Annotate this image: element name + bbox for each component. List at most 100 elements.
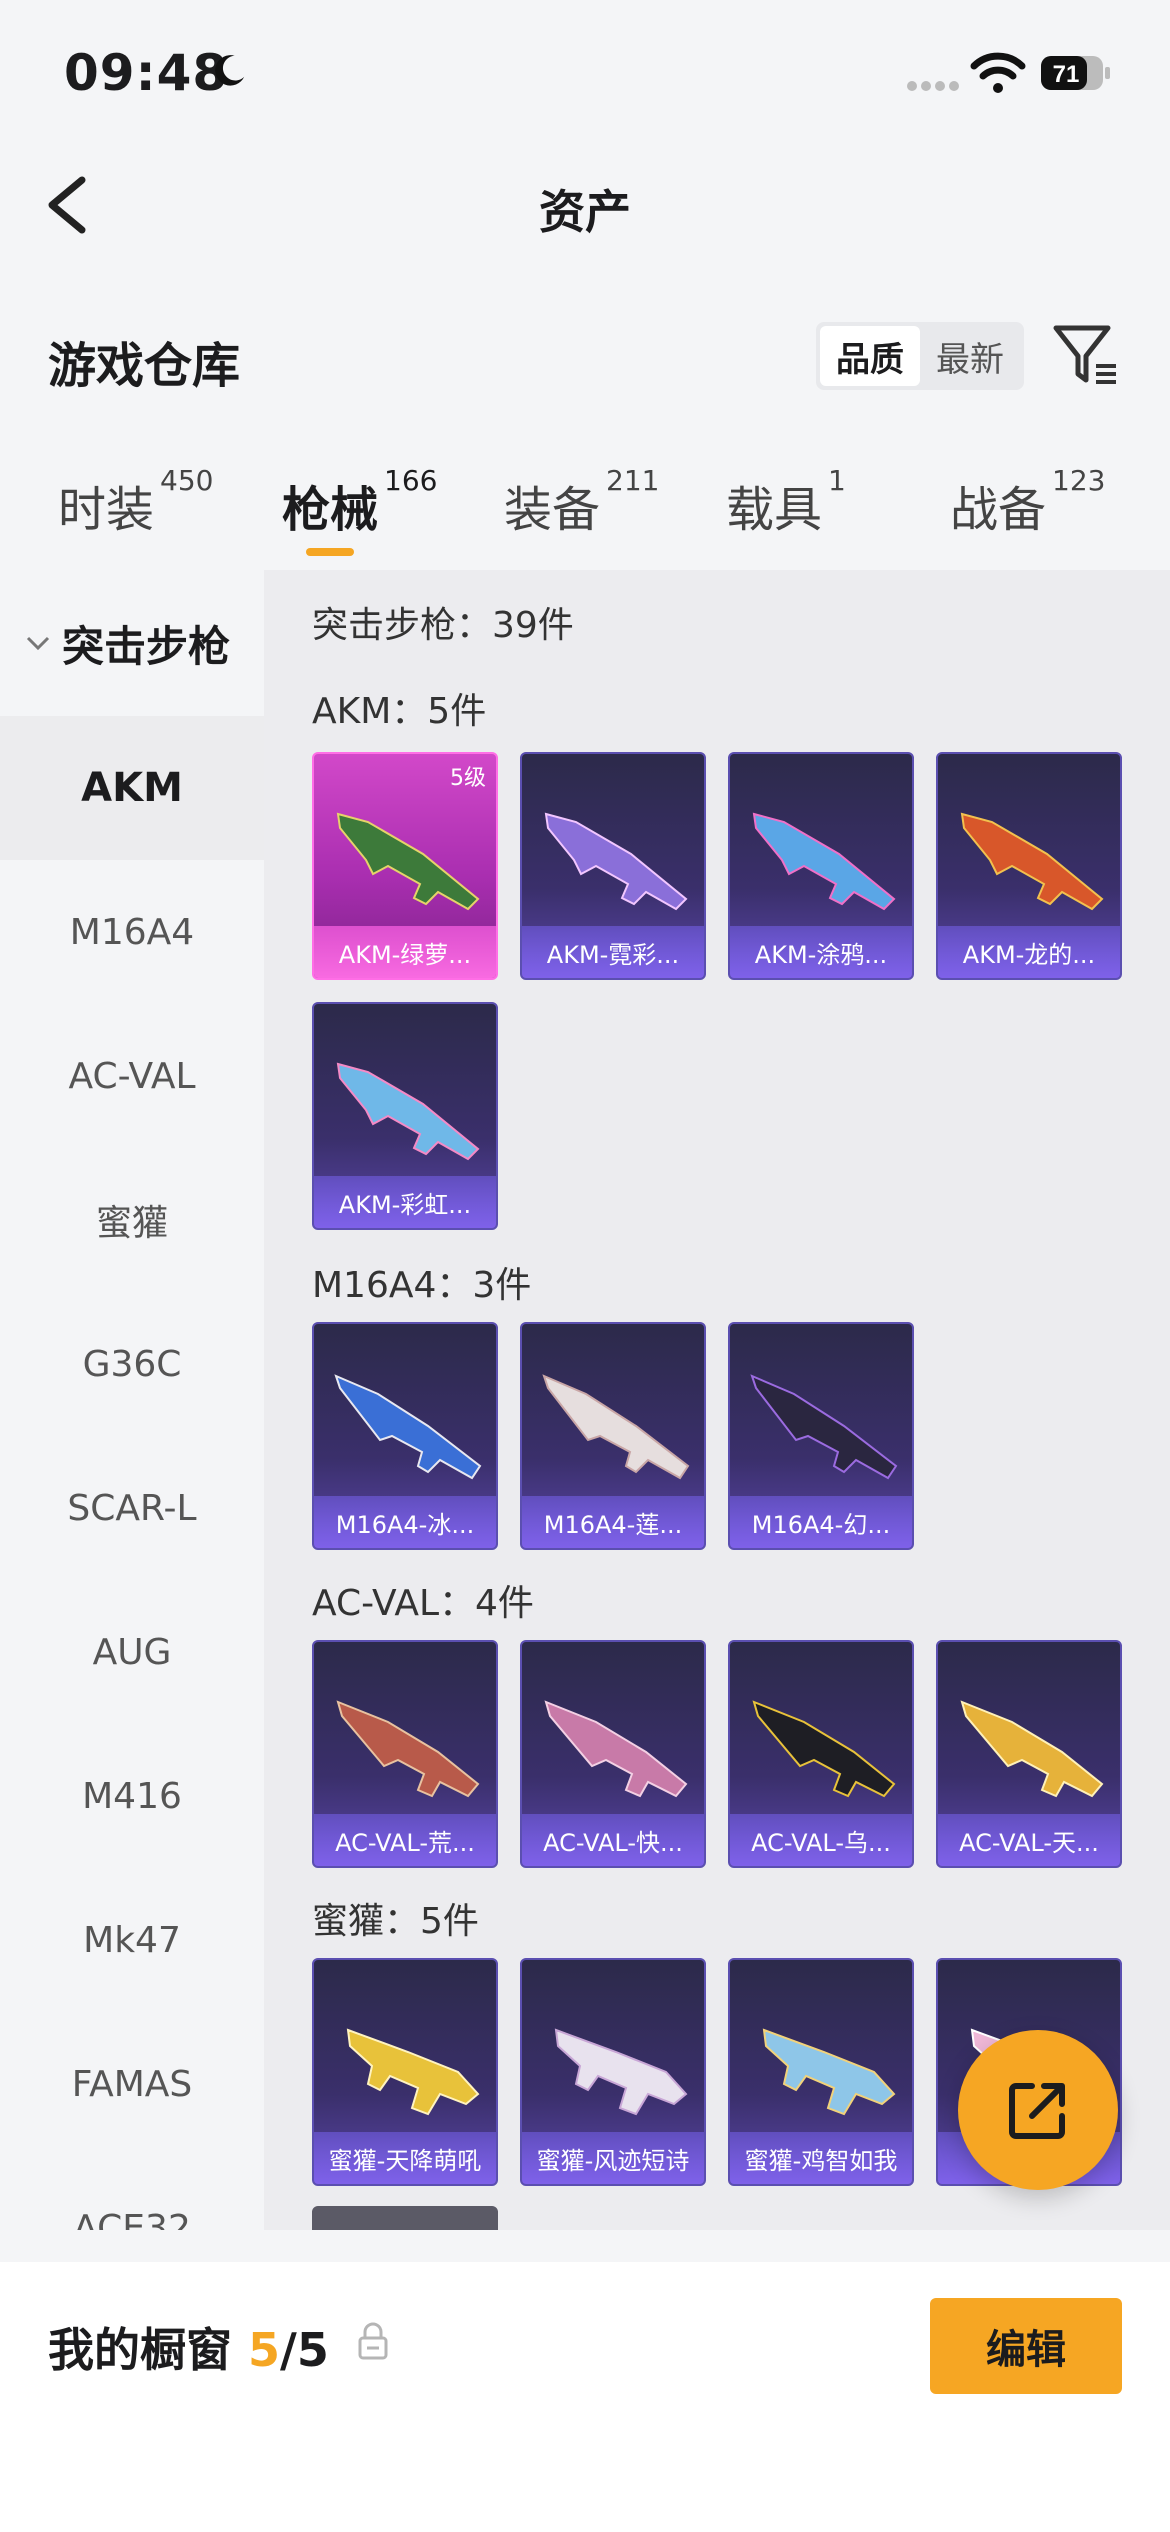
wifi-icon: [970, 52, 1026, 93]
showcase-title: 我的橱窗: [48, 2323, 232, 2377]
sidebar-item-famas[interactable]: FAMAS: [0, 2012, 264, 2156]
rifle-icon: [544, 1700, 688, 1798]
weapon-card[interactable]: M16A4-莲...: [520, 1322, 706, 1550]
weapon-card[interactable]: AC-VAL-快...: [520, 1640, 706, 1868]
sidebar-item-ac-val[interactable]: AC-VAL: [0, 1004, 264, 1148]
tab-count: 211: [606, 464, 660, 497]
weapon-card[interactable]: AC-VAL-天...: [936, 1640, 1122, 1868]
rifle-icon: [336, 812, 480, 911]
rifle-icon: [544, 812, 688, 911]
rifle-icon: [960, 1700, 1104, 1798]
rifle-icon: [750, 1374, 898, 1480]
weapon-name: AKM-涂鸦...: [730, 926, 912, 978]
weapon-card[interactable]: AKM-涂鸦...: [728, 752, 914, 980]
sidebar-item-aug[interactable]: AUG: [0, 1580, 264, 1724]
tab-gear[interactable]: 战备123: [950, 464, 1105, 540]
weapon-card[interactable]: 蜜獾-天降萌吼: [312, 1958, 498, 2186]
weapon-name: M16A4-幻...: [730, 1496, 912, 1548]
weapon-card[interactable]: M16A4-幻...: [728, 1322, 914, 1550]
sidebar-item-mk47[interactable]: Mk47: [0, 1868, 264, 2012]
weapon-name: AC-VAL-天...: [938, 1814, 1120, 1866]
page-title: 资产: [539, 185, 631, 239]
status-time: 09:48: [64, 44, 229, 102]
weapon-name: AC-VAL-快...: [522, 1814, 704, 1866]
tab-label: 枪械: [282, 482, 379, 538]
sidebar-category-label: 突击步枪: [62, 621, 231, 671]
showcase-count-current: 5: [248, 2323, 281, 2377]
tab-count: 1: [828, 464, 846, 497]
weapon-grid: 突击步枪：39件 AKM：5件 5级 AKM-绿萝... AKM-霓彩... A…: [264, 570, 1170, 2230]
tab-label: 时装: [58, 482, 155, 538]
tab-count: 166: [384, 464, 438, 497]
weapon-name: 蜜獾-风迹短诗: [522, 2132, 704, 2184]
smg-icon: [762, 2028, 896, 2116]
rifle-icon: [752, 1700, 896, 1798]
tab-count: 123: [1052, 464, 1106, 497]
sort-newest-button[interactable]: 最新: [920, 326, 1020, 386]
showcase-label: 我的橱窗 5/5: [48, 2314, 329, 2380]
tab-equipment[interactable]: 装备211: [504, 464, 659, 540]
weapon-card[interactable]: AKM-彩虹...: [312, 1002, 498, 1230]
moon-icon: [215, 55, 245, 86]
share-button[interactable]: [958, 2030, 1118, 2190]
weapon-name: 蜜獾-天降萌吼: [314, 2132, 496, 2184]
sort-segmented-control: 品质 最新: [816, 322, 1024, 390]
weapon-name: AKM-龙的...: [938, 926, 1120, 978]
rifle-icon: [336, 1062, 480, 1161]
smg-icon: [346, 2028, 480, 2116]
lock-icon: [358, 2322, 388, 2360]
tab-label: 载具: [726, 482, 823, 538]
weapon-name: AKM-彩虹...: [314, 1176, 496, 1228]
weapon-card[interactable]: AC-VAL-荒...: [312, 1640, 498, 1868]
weapon-sidebar: 突击步枪 AKM M16A4 AC-VAL 蜜獾 G36C SCAR-L AUG…: [0, 570, 264, 2230]
category-tabs: 时装450 枪械166 装备211 载具1 战备123: [0, 464, 1170, 560]
weapon-name: AC-VAL-荒...: [314, 1814, 496, 1866]
edit-button[interactable]: 编辑: [930, 2298, 1122, 2394]
sidebar-item-g36c[interactable]: G36C: [0, 1292, 264, 1436]
group-title-m16a4: M16A4：3件: [312, 1265, 532, 1306]
weapon-card[interactable]: M16A4-冰...: [312, 1322, 498, 1550]
sidebar-category-header[interactable]: 突击步枪: [0, 570, 264, 716]
tab-label: 战备: [950, 482, 1047, 538]
sidebar-item-m416[interactable]: M416: [0, 1724, 264, 1868]
rifle-icon: [960, 812, 1104, 911]
weapon-name: AC-VAL-乌...: [730, 1814, 912, 1866]
weapon-card[interactable]: 蜜獾-鸡智如我: [728, 1958, 914, 2186]
sidebar-item-m16a4[interactable]: M16A4: [0, 860, 264, 1004]
weapon-card[interactable]: AKM-霓彩...: [520, 752, 706, 980]
rifle-icon: [542, 1374, 690, 1480]
weapon-card[interactable]: AC-VAL-乌...: [728, 1640, 914, 1868]
weapon-name: 蜜獾-鸡智如我: [730, 2132, 912, 2184]
sidebar-item-honey-badger[interactable]: 蜜獾: [0, 1148, 264, 1292]
sidebar-item-ace32[interactable]: ACE32: [0, 2156, 264, 2231]
battery-icon: 71: [1040, 54, 1112, 92]
rifle-icon: [334, 1374, 482, 1480]
cellular-signal-icon: [907, 81, 959, 91]
tab-vehicles[interactable]: 载具1: [726, 464, 846, 540]
weapon-name: M16A4-莲...: [522, 1496, 704, 1548]
active-tab-indicator: [306, 548, 354, 556]
filter-icon[interactable]: [1052, 322, 1120, 388]
weapon-card[interactable]: 蜜獾-风迹短诗: [520, 1958, 706, 2186]
weapon-name: AKM-霓彩...: [522, 926, 704, 978]
tab-firearms[interactable]: 枪械166: [282, 464, 437, 540]
weapon-name: AKM-绿萝...: [314, 926, 496, 978]
sort-quality-button[interactable]: 品质: [820, 326, 920, 386]
weapon-card-partial[interactable]: [312, 2206, 498, 2230]
rifle-icon: [336, 1700, 480, 1798]
chevron-down-icon: [26, 636, 50, 651]
share-icon: [1009, 2083, 1065, 2139]
tab-costume[interactable]: 时装450: [58, 464, 213, 540]
showcase-bar: 我的橱窗 5/5 编辑: [0, 2262, 1170, 2532]
sidebar-item-akm[interactable]: AKM: [0, 716, 264, 860]
group-title-honey-badger: 蜜獾：5件: [312, 1901, 479, 1942]
weapon-card[interactable]: AKM-龙的...: [936, 752, 1122, 980]
weapon-card[interactable]: 5级 AKM-绿萝...: [312, 752, 498, 980]
smg-icon: [554, 2028, 688, 2116]
rifle-icon: [752, 812, 896, 911]
section-title: 游戏仓库: [48, 338, 241, 394]
battery-level: 71: [1053, 61, 1080, 88]
tab-label: 装备: [504, 482, 601, 538]
sidebar-item-scar-l[interactable]: SCAR-L: [0, 1436, 264, 1580]
group-title-akm: AKM：5件: [312, 691, 487, 732]
